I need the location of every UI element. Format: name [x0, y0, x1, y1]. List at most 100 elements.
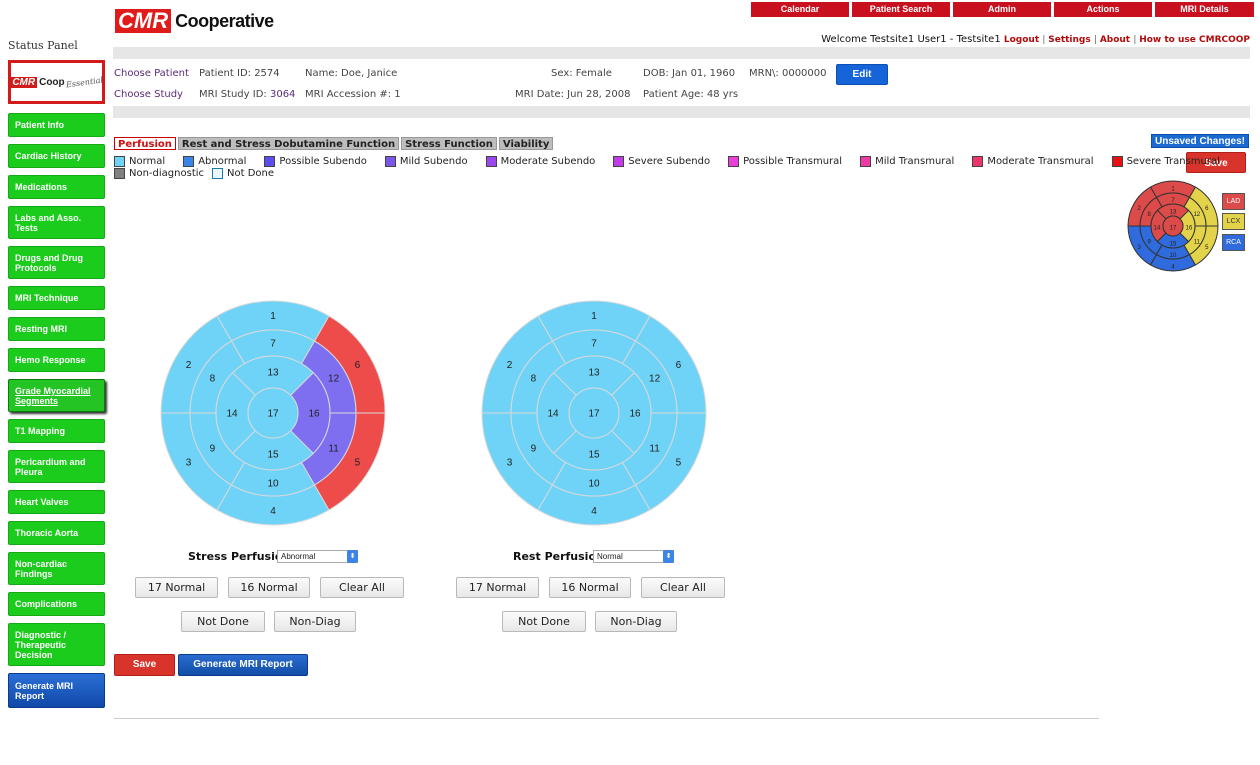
segment-label-10: 10	[267, 479, 279, 490]
rest-perfusion-select[interactable]: Normal ⬍	[593, 550, 674, 563]
segment-label-12: 12	[328, 374, 340, 385]
sidebar-item-grade-segments[interactable]: Grade Myocardial Segments	[8, 379, 105, 412]
patient-sex: Sex: Female	[551, 68, 612, 79]
stress-not-done-button[interactable]: Not Done	[181, 611, 265, 632]
stress-17-normal-button[interactable]: 17 Normal	[135, 577, 218, 598]
segment-label-4: 4	[270, 506, 276, 517]
status-panel-title: Status Panel	[8, 39, 78, 52]
sidebar-item-resting-mri[interactable]: Resting MRI	[8, 317, 105, 341]
logo-essential: Essential	[65, 74, 104, 90]
segment-label-14: 14	[1154, 226, 1161, 232]
segment-label-16: 16	[629, 409, 641, 420]
nav-patient-search[interactable]: Patient Search	[852, 2, 950, 17]
sidebar-item-cardiac-history[interactable]: Cardiac History	[8, 144, 105, 168]
rest-bullseye[interactable]: 1234567891011121314151617	[481, 300, 707, 526]
legend-severe-subendo: Severe Subendo	[613, 156, 710, 167]
legend-row-1: Normal Abnormal Possible Subendo Mild Su…	[114, 156, 1238, 167]
stress-16-normal-button[interactable]: 16 Normal	[228, 577, 310, 598]
nav-actions[interactable]: Actions	[1054, 2, 1152, 17]
rca-badge: RCA	[1222, 234, 1245, 251]
tab-rest-stress-dobutamine[interactable]: Rest and Stress Dobutamine Function	[177, 137, 400, 150]
sidebar-item-t1-mapping[interactable]: T1 Mapping	[8, 419, 105, 443]
info-divider	[113, 106, 1250, 118]
segment-label-2: 2	[507, 360, 513, 371]
sidebar-item-pericardium[interactable]: Pericardium and Pleura	[8, 450, 105, 483]
segment-label-6: 6	[355, 360, 361, 371]
patient-dob: DOB: Jan 01, 1960	[643, 68, 736, 79]
segment-label-12: 12	[649, 374, 661, 385]
segment-label-17: 17	[1170, 226, 1177, 232]
sidebar-item-mri-technique[interactable]: MRI Technique	[8, 286, 105, 310]
rest-clear-all-button[interactable]: Clear All	[641, 577, 725, 598]
welcome-bar: Welcome Testsite1 User1 - Testsite1 Logo…	[821, 34, 1250, 45]
logout-link[interactable]: Logout	[1004, 35, 1039, 45]
legend-possible-subendo: Possible Subendo	[264, 156, 367, 167]
sidebar-item-complications[interactable]: Complications	[8, 592, 105, 616]
segment-label-14: 14	[226, 409, 238, 420]
sidebar-item-patient-info[interactable]: Patient Info	[8, 113, 105, 137]
rest-non-diag-button[interactable]: Non-Diag	[595, 611, 677, 632]
nav-mri-details[interactable]: MRI Details	[1155, 2, 1254, 17]
rest-17-normal-button[interactable]: 17 Normal	[456, 577, 539, 598]
legend-severe-transmural: Severe Transmural	[1111, 156, 1220, 167]
top-nav: Calendar Patient Search Admin Actions MR…	[751, 2, 1254, 17]
segment-label-5: 5	[676, 457, 682, 468]
cmr-coop-logo: CMR Coop Essential	[8, 60, 105, 104]
segment-label-11: 11	[1194, 239, 1201, 245]
sidebar-item-hemo-response[interactable]: Hemo Response	[8, 348, 105, 372]
choose-patient-link[interactable]: Choose Patient	[114, 68, 189, 79]
chevron-updown-icon: ⬍	[663, 550, 674, 563]
legend-mild-transmural: Mild Transmural	[860, 156, 954, 167]
choose-study-link[interactable]: Choose Study	[114, 89, 183, 100]
save-button[interactable]: Save	[114, 654, 175, 676]
sidebar-item-non-cardiac[interactable]: Non-cardiac Findings	[8, 552, 105, 585]
stress-non-diag-button[interactable]: Non-Diag	[274, 611, 356, 632]
tab-perfusion[interactable]: Perfusion	[114, 137, 176, 150]
about-link[interactable]: About	[1100, 35, 1130, 45]
mri-date: MRI Date: Jun 28, 2008	[515, 89, 631, 100]
segment-label-8: 8	[210, 374, 216, 385]
segment-label-7: 7	[270, 339, 276, 350]
lcx-badge: LCX	[1222, 213, 1245, 230]
segment-label-14: 14	[547, 409, 559, 420]
brand-logo[interactable]: CMR Cooperative	[115, 8, 274, 34]
legend-possible-transmural: Possible Transmural	[728, 156, 842, 167]
patient-id: Patient ID: 2574	[199, 68, 280, 79]
unsaved-changes-badge: Unsaved Changes!	[1151, 134, 1249, 148]
settings-link[interactable]: Settings	[1048, 35, 1090, 45]
segment-label-9: 9	[531, 444, 537, 455]
sidebar-item-heart-valves[interactable]: Heart Valves	[8, 490, 105, 514]
patient-name: Name: Doe, Janice	[305, 68, 398, 79]
sidebar-nav: Patient Info Cardiac History Medications…	[8, 113, 105, 708]
segment-label-9: 9	[210, 444, 216, 455]
stress-bullseye[interactable]: 1234567891011121314151617	[160, 300, 386, 526]
sidebar-item-medications[interactable]: Medications	[8, 175, 105, 199]
tab-viability[interactable]: Viability	[498, 137, 554, 150]
segment-label-17: 17	[588, 409, 600, 420]
legend-non-diagnostic: Non-diagnostic	[114, 168, 204, 179]
stress-perfusion-select[interactable]: Abnormal ⬍	[277, 550, 358, 563]
sidebar-item-labs[interactable]: Labs and Asso. Tests	[8, 206, 105, 239]
sidebar-item-generate-report[interactable]: Generate MRI Report	[8, 673, 105, 708]
rest-16-normal-button[interactable]: 16 Normal	[549, 577, 631, 598]
rest-not-done-button[interactable]: Not Done	[502, 611, 586, 632]
stress-clear-all-button[interactable]: Clear All	[320, 577, 404, 598]
segment-label-5: 5	[355, 457, 361, 468]
brand-cmr: CMR	[115, 9, 172, 33]
nav-calendar[interactable]: Calendar	[751, 2, 849, 17]
segment-label-6: 6	[676, 360, 682, 371]
artery-territory-map: 1234567891011121314151617	[1127, 180, 1219, 272]
mri-accession: MRI Accession #: 1	[305, 89, 401, 100]
segment-label-15: 15	[588, 450, 600, 461]
nav-admin[interactable]: Admin	[953, 2, 1051, 17]
logo-cmr: CMR	[10, 76, 38, 88]
sidebar-item-drugs[interactable]: Drugs and Drug Protocols	[8, 246, 105, 279]
generate-report-button[interactable]: Generate MRI Report	[178, 654, 308, 676]
how-to-link[interactable]: How to use CMRCOOP	[1139, 35, 1250, 45]
edit-button[interactable]: Edit	[836, 64, 888, 85]
sidebar-item-diagnostic[interactable]: Diagnostic / Therapeutic Decision	[8, 623, 105, 666]
tab-stress-function[interactable]: Stress Function	[401, 137, 497, 150]
segment-label-1: 1	[591, 311, 597, 322]
top-divider	[113, 47, 1250, 59]
sidebar-item-thoracic-aorta[interactable]: Thoracic Aorta	[8, 521, 105, 545]
